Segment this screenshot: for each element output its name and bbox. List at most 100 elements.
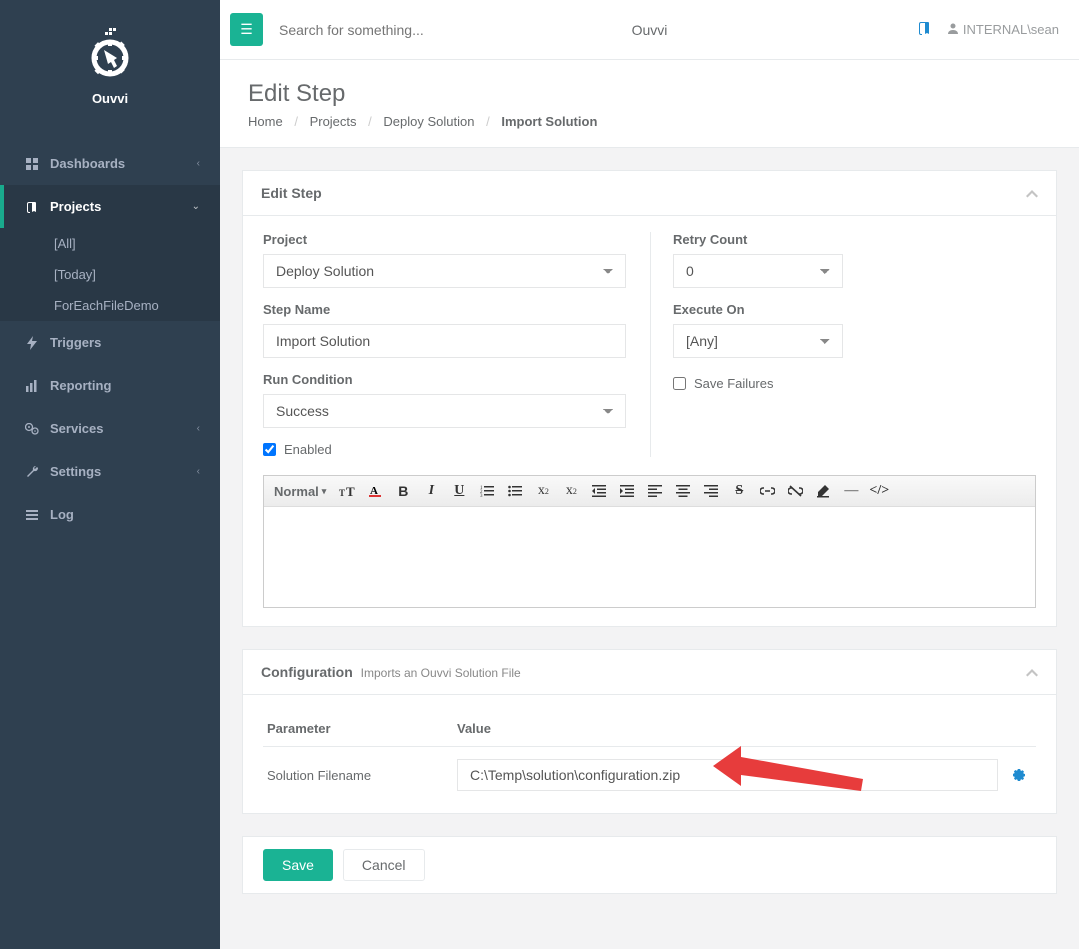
outdent-button[interactable] — [588, 480, 610, 502]
sidebar-sub-item-today[interactable]: [Today] — [0, 259, 220, 290]
link-button[interactable] — [756, 480, 778, 502]
run-condition-label: Run Condition — [263, 372, 626, 387]
chevron-up-icon — [1026, 669, 1038, 677]
breadcrumb-current: Import Solution — [501, 114, 597, 129]
chevron-left-icon: ‹ — [197, 466, 200, 477]
bold-button[interactable]: B — [392, 480, 414, 502]
editor-toolbar: Normal ▾ TT A B I U — [264, 476, 1035, 507]
chevron-left-icon: ‹ — [197, 158, 200, 169]
caret-down-icon: ▾ — [322, 486, 327, 497]
italic-button[interactable]: I — [420, 480, 442, 502]
enabled-checkbox[interactable]: Enabled — [263, 442, 626, 457]
svg-text:3: 3 — [480, 494, 483, 497]
grid-icon — [24, 158, 40, 170]
indent-button[interactable] — [616, 480, 638, 502]
chart-icon — [24, 380, 40, 392]
chevron-up-icon — [1026, 190, 1038, 198]
font-size-button[interactable]: TT — [336, 480, 358, 502]
topbar-app-label: Ouvvi — [632, 22, 668, 38]
sidebar-item-dashboards[interactable]: Dashboards ‹ — [0, 142, 220, 185]
menu-toggle-button[interactable]: ☰ — [230, 13, 263, 46]
align-left-button[interactable] — [644, 480, 666, 502]
sidebar-item-projects[interactable]: Projects ⌄ — [0, 185, 220, 228]
user-icon — [947, 22, 963, 37]
sidebar-sub-item-all[interactable]: [All] — [0, 228, 220, 259]
retry-count-select[interactable]: 0 — [673, 254, 843, 288]
panel-edit-step: Edit Step Project Deploy Solution — [242, 170, 1057, 627]
sidebar-item-label: Triggers — [50, 335, 200, 350]
retry-count-label: Retry Count — [673, 232, 1036, 247]
save-failures-checkbox[interactable]: Save Failures — [673, 376, 1036, 391]
subscript-button[interactable]: x2 — [532, 480, 554, 502]
enabled-checkbox-input[interactable] — [263, 443, 276, 456]
list-icon — [24, 510, 40, 520]
ordered-list-button[interactable]: 123 — [476, 480, 498, 502]
format-select[interactable]: Normal ▾ — [270, 482, 330, 501]
step-name-input[interactable] — [263, 324, 626, 358]
app-logo: Ouvvi — [0, 0, 220, 142]
svg-text:T: T — [346, 484, 355, 498]
underline-button[interactable]: U — [448, 480, 470, 502]
step-name-label: Step Name — [263, 302, 626, 317]
page-heading: Edit Step Home / Projects / Deploy Solut… — [220, 60, 1079, 148]
editor-body[interactable] — [264, 507, 1035, 607]
user-menu[interactable]: INTERNAL\sean — [947, 22, 1059, 37]
docs-icon[interactable] — [917, 21, 931, 38]
superscript-button[interactable]: x2 — [560, 480, 582, 502]
gear-icon — [1012, 767, 1026, 781]
breadcrumb-deploy-solution[interactable]: Deploy Solution — [383, 114, 474, 129]
sidebar-item-settings[interactable]: Settings ‹ — [0, 450, 220, 493]
highlight-button[interactable] — [812, 480, 834, 502]
cogs-icon — [24, 423, 40, 435]
row-settings-button[interactable] — [1012, 769, 1026, 784]
execute-on-select[interactable]: [Any] — [673, 324, 843, 358]
svg-text:T: T — [339, 488, 345, 498]
hamburger-icon: ☰ — [240, 21, 253, 38]
panel-configuration: Configuration Imports an Ouvvi Solution … — [242, 649, 1057, 814]
hr-button[interactable]: — — [840, 480, 862, 502]
panel-header: Edit Step — [243, 171, 1056, 216]
save-failures-label: Save Failures — [694, 376, 773, 391]
sidebar-item-triggers[interactable]: Triggers — [0, 321, 220, 364]
unordered-list-button[interactable] — [504, 480, 526, 502]
panel-title: Edit Step — [261, 185, 1026, 201]
breadcrumb: Home / Projects / Deploy Solution / Impo… — [248, 114, 1051, 129]
breadcrumb-projects[interactable]: Projects — [310, 114, 357, 129]
search-input[interactable] — [277, 16, 917, 44]
col-value: Value — [453, 711, 1002, 747]
panel-subtitle: Imports an Ouvvi Solution File — [361, 666, 521, 680]
cancel-button[interactable]: Cancel — [343, 849, 425, 881]
breadcrumb-home[interactable]: Home — [248, 114, 283, 129]
strikethrough-button[interactable]: S — [728, 480, 750, 502]
project-select[interactable]: Deploy Solution — [263, 254, 626, 288]
panel-header: Configuration Imports an Ouvvi Solution … — [243, 650, 1056, 695]
align-center-button[interactable] — [672, 480, 694, 502]
sidebar-sub-projects: [All] [Today] ForEachFileDemo — [0, 228, 220, 321]
main: ☰ Ouvvi INTERNAL\sean Edit Step Home — [220, 0, 1079, 949]
book-icon — [24, 201, 40, 213]
sidebar-item-label: Log — [50, 507, 200, 522]
sidebar-sub-item-foreachfiledemo[interactable]: ForEachFileDemo — [0, 290, 220, 321]
font-color-button[interactable]: A — [364, 480, 386, 502]
save-button[interactable]: Save — [263, 849, 333, 881]
panel-collapse-button[interactable] — [1026, 186, 1038, 201]
solution-filename-input[interactable] — [457, 759, 998, 791]
panel-collapse-button[interactable] — [1026, 665, 1038, 680]
content: Edit Step Project Deploy Solution — [220, 148, 1079, 938]
code-view-button[interactable]: </> — [868, 480, 890, 502]
project-label: Project — [263, 232, 626, 247]
sidebar: Ouvvi Dashboards ‹ Projects ⌄ [All] [Tod… — [0, 0, 220, 949]
save-failures-checkbox-input[interactable] — [673, 377, 686, 390]
execute-on-label: Execute On — [673, 302, 1036, 317]
sidebar-item-label: Projects — [50, 199, 192, 214]
rich-text-editor: Normal ▾ TT A B I U — [263, 475, 1036, 608]
run-condition-select[interactable]: Success — [263, 394, 626, 428]
nav-list: Dashboards ‹ Projects ⌄ [All] [Today] Fo… — [0, 142, 220, 536]
sidebar-item-reporting[interactable]: Reporting — [0, 364, 220, 407]
sidebar-item-log[interactable]: Log — [0, 493, 220, 536]
unlink-button[interactable] — [784, 480, 806, 502]
sidebar-item-services[interactable]: Services ‹ — [0, 407, 220, 450]
align-right-button[interactable] — [700, 480, 722, 502]
sidebar-item-label: Settings — [50, 464, 197, 479]
sidebar-item-label: Reporting — [50, 378, 200, 393]
